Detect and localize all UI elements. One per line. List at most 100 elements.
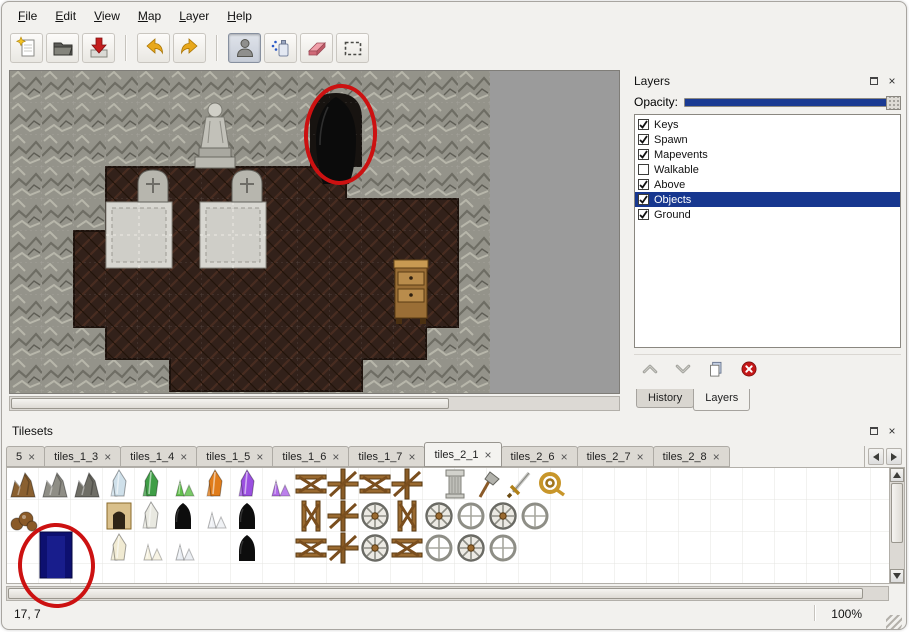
tileset-tab-tiles_1_6[interactable]: tiles_1_6 ×: [272, 446, 349, 467]
tab-layers[interactable]: Layers: [693, 389, 750, 411]
close-tab-icon[interactable]: ×: [180, 451, 187, 463]
tileset-tab-tiles_2_8[interactable]: tiles_2_8×: [653, 446, 730, 467]
person-stamp-icon: [233, 36, 257, 60]
tileset-tab-tiles_1_3[interactable]: tiles_1_3×: [44, 446, 121, 467]
toolbar-separator: [216, 35, 218, 61]
layer-visibility-checkbox[interactable]: [638, 149, 649, 160]
scroll-tabs-right-button[interactable]: [886, 448, 902, 465]
menu-file[interactable]: File: [10, 7, 45, 25]
layer-row-spawn[interactable]: Spawn: [635, 132, 900, 147]
tileset-tab-tiles_1_7[interactable]: tiles_1_7 ×: [348, 446, 425, 467]
menu-layer[interactable]: Layer: [171, 7, 217, 25]
close-tab-icon[interactable]: ×: [561, 451, 568, 463]
tileset-tab-tiles_1_5[interactable]: tiles_1_5 ×: [196, 446, 273, 467]
layers-panel-header: Layers ×: [634, 72, 899, 90]
scrollbar-thumb[interactable]: [8, 588, 863, 599]
layer-row-ground[interactable]: Ground: [635, 207, 900, 222]
scroll-up-button[interactable]: [890, 468, 904, 482]
menu-view[interactable]: View: [86, 7, 128, 25]
tileset-tab-tiles_2_6[interactable]: tiles_2_6×: [501, 446, 578, 467]
float-panel-icon[interactable]: [867, 74, 881, 88]
tileset-tab-label: tiles_1_6: [282, 451, 326, 463]
scroll-tabs-left-button[interactable]: [868, 448, 884, 465]
scroll-down-button[interactable]: [890, 569, 904, 583]
layers-panel: Layers × Opacity: KeysSpawnMapeventsWalk…: [628, 70, 905, 411]
tab-scroll-controls: [864, 446, 905, 467]
toolbar-separator: [125, 35, 127, 61]
opacity-slider[interactable]: [684, 98, 901, 107]
map-horizontal-scrollbar[interactable]: [9, 396, 620, 411]
scrollbar-thumb[interactable]: [11, 398, 449, 409]
float-panel-icon[interactable]: [867, 424, 881, 438]
opacity-slider-handle[interactable]: [886, 96, 901, 110]
menu-help[interactable]: Help: [219, 7, 260, 25]
copy-icon: [706, 359, 726, 379]
select-tool-button[interactable]: [336, 33, 369, 63]
triangle-down-icon: [893, 573, 901, 579]
layer-row-walkable[interactable]: Walkable: [635, 162, 900, 177]
tileset-tab-5[interactable]: 5×: [6, 446, 45, 467]
close-panel-icon[interactable]: ×: [885, 74, 899, 88]
close-tab-icon[interactable]: ×: [28, 451, 35, 463]
close-tab-icon[interactable]: ×: [637, 451, 644, 463]
tileset-vertical-scrollbar[interactable]: [889, 468, 904, 583]
save-icon: [87, 36, 111, 60]
tileset-tab-label: tiles_1_7: [358, 451, 402, 463]
layer-visibility-checkbox[interactable]: [638, 134, 649, 145]
stamp-tool-button[interactable]: [228, 33, 261, 63]
duplicate-layer-button[interactable]: [704, 357, 728, 381]
close-tab-icon[interactable]: ×: [713, 451, 720, 463]
layer-visibility-checkbox[interactable]: [638, 209, 649, 220]
layer-visibility-checkbox[interactable]: [638, 194, 649, 205]
layer-row-above[interactable]: Above: [635, 177, 900, 192]
tileset-tab-tiles_2_1[interactable]: tiles_2_1 ×: [424, 442, 501, 467]
tileset-tab-tiles_1_4[interactable]: tiles_1_4×: [120, 446, 197, 467]
delete-layer-button[interactable]: [737, 357, 761, 381]
redo-icon: [178, 36, 202, 60]
save-button[interactable]: [82, 33, 115, 63]
layer-visibility-checkbox[interactable]: [638, 179, 649, 190]
opacity-label: Opacity:: [634, 95, 678, 109]
resize-grip[interactable]: [886, 615, 902, 630]
layer-row-objects[interactable]: Objects: [635, 192, 900, 207]
tab-history[interactable]: History: [636, 389, 694, 408]
close-tab-icon[interactable]: ×: [485, 449, 492, 461]
layer-row-mapevents[interactable]: Mapevents: [635, 147, 900, 162]
open-folder-icon: [51, 36, 75, 60]
paint-tool-button[interactable]: [264, 33, 297, 63]
close-tab-icon[interactable]: ×: [104, 451, 111, 463]
move-layer-down-button[interactable]: [671, 357, 695, 381]
eraser-tool-button[interactable]: [300, 33, 333, 63]
layers-panel-tabs: HistoryLayers: [636, 389, 749, 411]
close-tab-icon[interactable]: ×: [256, 451, 263, 463]
open-button[interactable]: [46, 33, 79, 63]
selected-tile[interactable]: [40, 532, 72, 578]
zoom-level: 100%: [831, 607, 862, 621]
menu-edit[interactable]: Edit: [47, 7, 84, 25]
tileset-canvas[interactable]: [7, 468, 889, 583]
move-layer-up-button[interactable]: [638, 357, 662, 381]
layers-list: KeysSpawnMapeventsWalkableAboveObjectsGr…: [634, 114, 901, 348]
layer-row-keys[interactable]: Keys: [635, 117, 900, 132]
crypt-slab: [106, 202, 172, 268]
tileset-tab-label: tiles_2_1: [434, 449, 478, 461]
map-viewport[interactable]: [9, 70, 620, 394]
layer-visibility-checkbox[interactable]: [638, 119, 649, 130]
tileset-tab-tiles_2_7[interactable]: tiles_2_7×: [577, 446, 654, 467]
scrollbar-thumb[interactable]: [891, 483, 903, 543]
tileset-content[interactable]: [6, 467, 905, 584]
close-tab-icon[interactable]: ×: [408, 451, 415, 463]
undo-button[interactable]: [137, 33, 170, 63]
redo-button[interactable]: [173, 33, 206, 63]
triangle-up-icon: [893, 472, 901, 478]
cabinet: [394, 260, 428, 324]
layer-visibility-checkbox[interactable]: [638, 164, 649, 175]
close-panel-icon[interactable]: ×: [885, 424, 899, 438]
status-separator: [814, 605, 816, 621]
close-tab-icon[interactable]: ×: [332, 451, 339, 463]
map-canvas[interactable]: [10, 71, 619, 393]
new-file-button[interactable]: [10, 33, 43, 63]
tileset-tab-label: tiles_1_5: [206, 451, 250, 463]
tileset-horizontal-scrollbar[interactable]: [6, 586, 889, 601]
menu-map[interactable]: Map: [130, 7, 169, 25]
